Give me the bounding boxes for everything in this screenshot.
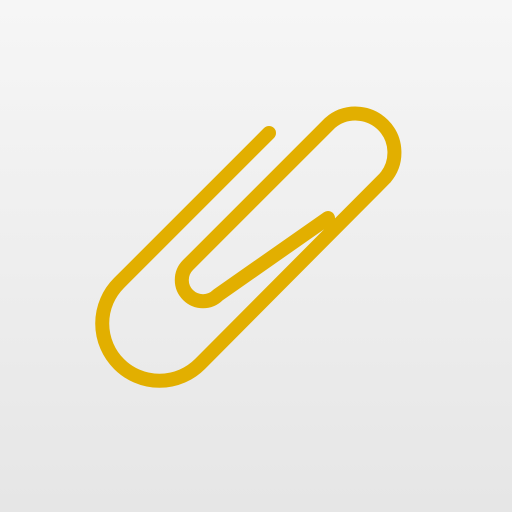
- app-icon-tile: [0, 0, 512, 512]
- paperclip-icon: [95, 106, 402, 388]
- paperclip-wire: [95, 106, 402, 388]
